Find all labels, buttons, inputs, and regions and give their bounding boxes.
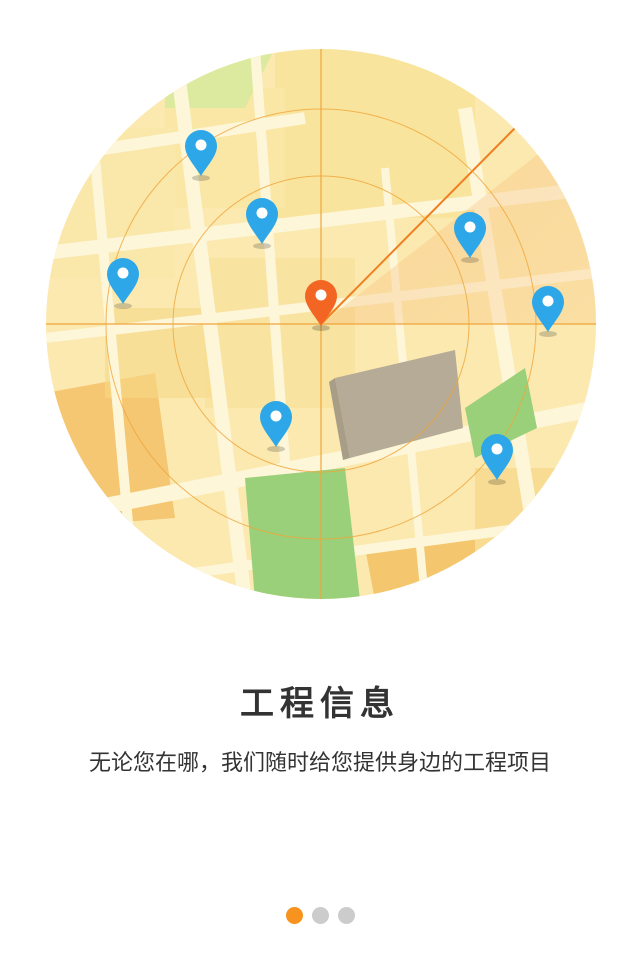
page-title: 工程信息 [240,684,400,724]
page-indicator [0,905,640,925]
map-radar-illustration [46,49,596,599]
park-area [245,468,360,599]
page-dot-1[interactable] [285,906,303,924]
page-dot-3[interactable] [337,906,355,924]
page-description: 无论您在哪，我们随时给您提供身边的工程项目 [88,751,551,776]
page-dot-2[interactable] [311,906,329,924]
